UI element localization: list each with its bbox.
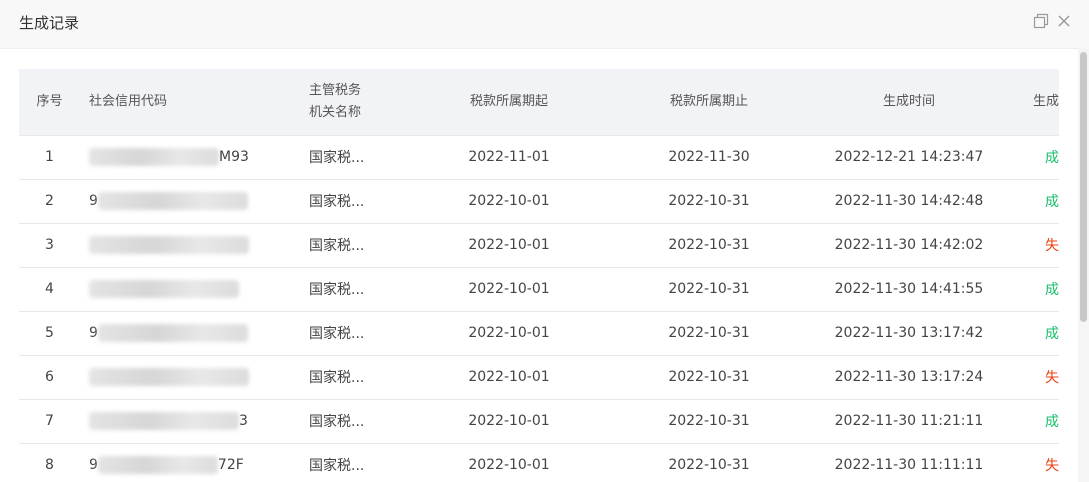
row-result: 成功 — [1009, 311, 1059, 356]
redacted-credit-code — [97, 456, 218, 474]
credit-code-suffix: 3 — [239, 413, 248, 429]
redacted-credit-code — [89, 280, 239, 298]
redacted-credit-code — [89, 148, 219, 166]
col-header-result: 生成结果 — [1009, 69, 1059, 136]
row-credit-code: M93 — [80, 135, 309, 180]
dialog-header: 生成记录 — [0, 0, 1089, 49]
row-credit-code — [80, 267, 309, 312]
row-period-start: 2022-10-01 — [409, 179, 609, 224]
redacted-credit-code — [89, 236, 249, 254]
row-period-start: 2022-10-01 — [409, 311, 609, 356]
row-period-end: 2022-10-31 — [609, 223, 809, 268]
row-period-start: 2022-11-01 — [409, 135, 609, 180]
table-row[interactable]: 5 9 国家税... 2022-10-01 2022-10-31 2022-11-30 1… — [19, 311, 1059, 356]
col-header-period-end: 税款所属期止 — [609, 69, 809, 136]
col-header-gen-time: 生成时间 — [809, 69, 1009, 136]
restore-icon[interactable] — [1033, 13, 1049, 29]
row-gen-time: 2022-11-30 14:42:02 — [809, 223, 1009, 268]
row-period-start: 2022-10-01 — [409, 399, 609, 444]
dialog-title: 生成记录 — [19, 14, 80, 32]
row-period-start: 2022-10-01 — [409, 443, 609, 482]
row-period-end: 2022-10-31 — [609, 443, 809, 482]
row-index: 4 — [19, 267, 80, 312]
row-period-start: 2022-10-01 — [409, 223, 609, 268]
credit-code-prefix: 9 — [89, 325, 98, 341]
table-row[interactable]: 2 9 国家税... 2022-10-01 2022-10-31 2022-11-30 1… — [19, 179, 1059, 224]
row-result: 成功 — [1009, 179, 1059, 224]
redacted-credit-code — [89, 368, 249, 386]
row-gen-time: 2022-11-30 13:17:42 — [809, 311, 1009, 356]
row-credit-code — [80, 223, 309, 268]
row-gen-time: 2022-11-30 13:17:24 — [809, 355, 1009, 400]
row-authority: 国家税... — [309, 311, 409, 356]
row-index: 3 — [19, 223, 80, 268]
row-credit-code — [80, 355, 309, 400]
close-icon[interactable] — [1056, 13, 1072, 29]
col-header-authority: 主管税务 机关名称 — [309, 69, 409, 136]
table-header-row: 序号 社会信用代码 主管税务 机关名称 税款所属期起 税款所属期止 生成时间 生… — [19, 69, 1059, 136]
col-header-authority-line2: 机关名称 — [309, 104, 362, 120]
row-result: 失败 — [1009, 443, 1059, 482]
row-index: 6 — [19, 355, 80, 400]
row-credit-code: 3 — [80, 399, 309, 444]
col-header-code: 社会信用代码 — [80, 69, 309, 136]
row-authority: 国家税... — [309, 179, 409, 224]
row-index: 7 — [19, 399, 80, 444]
row-result: 成功 — [1009, 267, 1059, 312]
row-credit-code: 9 — [80, 311, 309, 356]
credit-code-prefix: 9 — [89, 457, 98, 473]
credit-code-suffix: M93 — [219, 149, 249, 165]
row-authority: 国家税... — [309, 399, 409, 444]
row-authority: 国家税... — [309, 135, 409, 180]
row-result: 成功 — [1009, 399, 1059, 444]
row-index: 1 — [19, 135, 80, 180]
row-gen-time: 2022-11-30 11:21:11 — [809, 399, 1009, 444]
table-row[interactable]: 4 国家税... 2022-10-01 2022-10-31 2022-11-30 14… — [19, 267, 1059, 312]
row-index: 5 — [19, 311, 80, 356]
row-result: 失败 — [1009, 223, 1059, 268]
row-gen-time: 2022-12-21 14:23:47 — [809, 135, 1009, 180]
row-authority: 国家税... — [309, 223, 409, 268]
row-period-end: 2022-10-31 — [609, 355, 809, 400]
records-table: 序号 社会信用代码 主管税务 机关名称 税款所属期起 税款所属期止 生成时间 生… — [19, 69, 1059, 482]
row-gen-time: 2022-11-30 11:11:11 — [809, 443, 1009, 482]
records-table-container: 序号 社会信用代码 主管税务 机关名称 税款所属期起 税款所属期止 生成时间 生… — [19, 69, 1059, 482]
row-authority: 国家税... — [309, 443, 409, 482]
col-header-period-start: 税款所属期起 — [409, 69, 609, 136]
scrollbar[interactable] — [1078, 48, 1089, 482]
table-row[interactable]: 7 3 国家税... 2022-10-01 2022-10-31 2022-11-30 1… — [19, 399, 1059, 444]
redacted-credit-code — [89, 412, 239, 430]
table-row[interactable]: 3 国家税... 2022-10-01 2022-10-31 2022-11-30 14… — [19, 223, 1059, 268]
row-period-start: 2022-10-01 — [409, 355, 609, 400]
row-authority: 国家税... — [309, 355, 409, 400]
table-row[interactable]: 8 9 72F 国家税... 2022-10-01 2022-10-31 2022-11-3… — [19, 443, 1059, 482]
row-result: 成功 — [1009, 135, 1059, 180]
row-gen-time: 2022-11-30 14:42:48 — [809, 179, 1009, 224]
credit-code-suffix: 72F — [217, 457, 244, 473]
table-row[interactable]: 1 M93 国家税... 2022-11-01 2022-11-30 2022-12-21… — [19, 135, 1059, 180]
col-header-index: 序号 — [19, 69, 80, 136]
row-credit-code: 9 72F — [80, 443, 309, 482]
row-credit-code: 9 — [80, 179, 309, 224]
row-index: 8 — [19, 443, 80, 482]
redacted-credit-code — [97, 192, 248, 210]
scrollbar-thumb[interactable] — [1080, 52, 1087, 322]
credit-code-prefix: 9 — [89, 193, 98, 209]
row-period-start: 2022-10-01 — [409, 267, 609, 312]
row-index: 2 — [19, 179, 80, 224]
table-row[interactable]: 6 国家税... 2022-10-01 2022-10-31 2022-11-30 13… — [19, 355, 1059, 400]
row-period-end: 2022-11-30 — [609, 135, 809, 180]
redacted-credit-code — [97, 324, 248, 342]
col-header-authority-line1: 主管税务 — [309, 82, 362, 98]
row-result: 失败 — [1009, 355, 1059, 400]
table-body: 1 M93 国家税... 2022-11-01 2022-11-30 2022-12-21… — [19, 135, 1059, 482]
row-authority: 国家税... — [309, 267, 409, 312]
row-gen-time: 2022-11-30 14:41:55 — [809, 267, 1009, 312]
row-period-end: 2022-10-31 — [609, 179, 809, 224]
row-period-end: 2022-10-31 — [609, 267, 809, 312]
row-period-end: 2022-10-31 — [609, 311, 809, 356]
row-period-end: 2022-10-31 — [609, 399, 809, 444]
